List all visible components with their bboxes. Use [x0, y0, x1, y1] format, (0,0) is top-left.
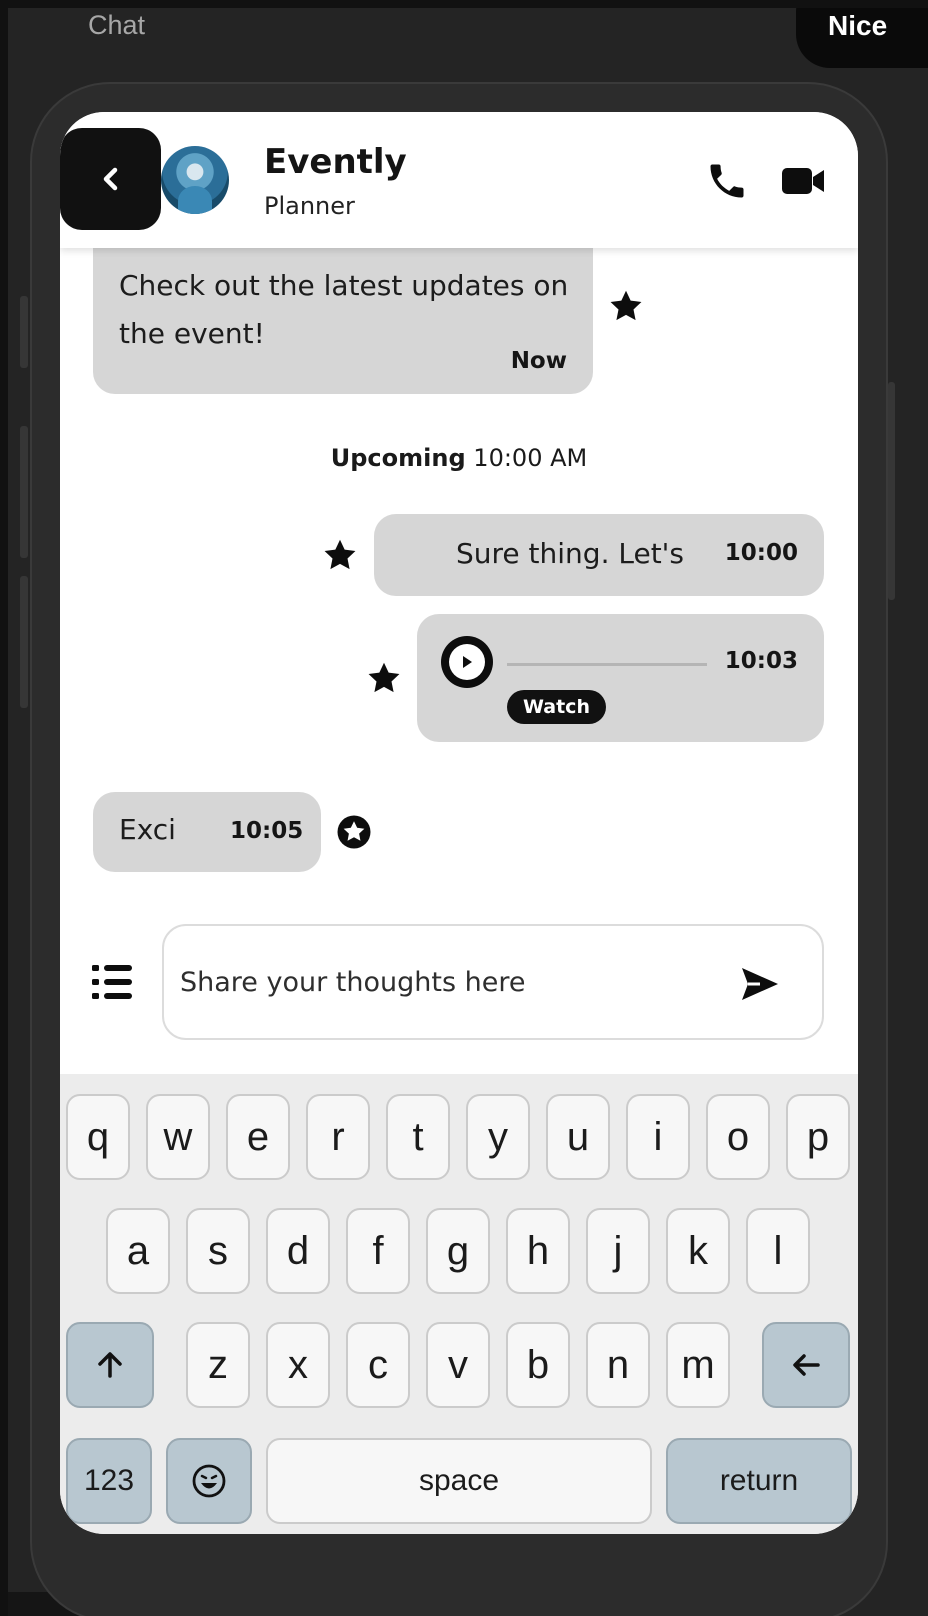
watch-badge[interactable]: Watch	[507, 690, 606, 724]
play-button[interactable]	[441, 636, 493, 688]
key-i[interactable]: i	[626, 1094, 690, 1180]
date-separator: Upcoming 10:00 AM	[60, 444, 858, 472]
separator-time: 10:00 AM	[473, 444, 588, 472]
chat-subtitle: Planner	[264, 192, 355, 220]
message-time: 10:05	[230, 818, 304, 844]
key-h[interactable]: h	[506, 1208, 570, 1294]
on-screen-keyboard: q w e r t y u i o p a s d f g h j k l z …	[60, 1074, 858, 1534]
send-icon	[742, 968, 778, 1000]
key-j[interactable]: j	[586, 1208, 650, 1294]
numbers-key[interactable]: 123	[66, 1438, 152, 1524]
key-n[interactable]: n	[586, 1322, 650, 1408]
key-u[interactable]: u	[546, 1094, 610, 1180]
key-x[interactable]: x	[266, 1322, 330, 1408]
shift-key[interactable]	[66, 1322, 154, 1408]
key-c[interactable]: c	[346, 1322, 410, 1408]
backspace-key[interactable]	[762, 1322, 850, 1408]
message-time: 10:00	[724, 540, 798, 566]
video-icon	[782, 168, 824, 194]
send-button[interactable]	[738, 962, 782, 1006]
key-e[interactable]: e	[226, 1094, 290, 1180]
phone-screen: Evently Planner Check out the latest upd…	[60, 112, 858, 1534]
message-bubble[interactable]: Sure thing. Let's 10:00	[374, 514, 824, 596]
key-m[interactable]: m	[666, 1322, 730, 1408]
key-v[interactable]: v	[426, 1322, 490, 1408]
chat-title: Evently	[264, 142, 407, 182]
chat-tab-label[interactable]: Chat	[88, 10, 145, 41]
call-button[interactable]	[700, 154, 754, 208]
message-text: Sure thing. Let's	[456, 537, 684, 570]
message-time: 10:03	[724, 648, 798, 674]
key-w[interactable]: w	[146, 1094, 210, 1180]
star-icon[interactable]	[608, 288, 644, 324]
video-call-button[interactable]	[776, 154, 830, 208]
key-z[interactable]: z	[186, 1322, 250, 1408]
avatar[interactable]	[161, 146, 229, 214]
play-icon	[449, 644, 485, 680]
key-b[interactable]: b	[506, 1322, 570, 1408]
top-pill[interactable]: Nice	[796, 8, 928, 68]
star-outline-icon[interactable]	[336, 814, 372, 850]
backspace-icon	[793, 1354, 820, 1376]
chat-header: Evently Planner	[60, 112, 858, 248]
key-t[interactable]: t	[386, 1094, 450, 1180]
key-l[interactable]: l	[746, 1208, 810, 1294]
separator-label: Upcoming	[330, 444, 466, 472]
phone-side-button	[888, 382, 895, 600]
space-key[interactable]: space	[266, 1438, 652, 1524]
key-p[interactable]: p	[786, 1094, 850, 1180]
menu-button[interactable]	[88, 958, 136, 1006]
key-y[interactable]: y	[466, 1094, 530, 1180]
key-a[interactable]: a	[106, 1208, 170, 1294]
star-icon[interactable]	[322, 537, 358, 573]
phone-side-button	[20, 576, 28, 708]
audio-progress-track[interactable]	[507, 663, 707, 666]
emoji-icon	[192, 1464, 226, 1498]
audio-message-bubble[interactable]: Watch 10:03	[417, 614, 824, 742]
return-key[interactable]: return	[666, 1438, 852, 1524]
message-bubble[interactable]: Exci 10:05	[93, 792, 321, 872]
phone-icon	[710, 164, 744, 198]
phone-side-button	[20, 426, 28, 558]
top-pill-label: Nice	[828, 10, 888, 41]
message-input[interactable]	[180, 954, 700, 1010]
message-time: Now	[510, 348, 567, 374]
message-text: Exci	[119, 813, 176, 846]
key-d[interactable]: d	[266, 1208, 330, 1294]
key-o[interactable]: o	[706, 1094, 770, 1180]
back-button[interactable]	[60, 128, 161, 230]
star-icon[interactable]	[366, 660, 402, 696]
list-icon	[92, 965, 132, 999]
key-r[interactable]: r	[306, 1094, 370, 1180]
message-text: Check out the latest updates on the even…	[119, 269, 569, 350]
shift-icon	[98, 1352, 122, 1378]
key-g[interactable]: g	[426, 1208, 490, 1294]
key-q[interactable]: q	[66, 1094, 130, 1180]
key-f[interactable]: f	[346, 1208, 410, 1294]
message-composer	[162, 924, 824, 1040]
phone-side-button	[20, 296, 28, 368]
back-icon	[103, 167, 117, 191]
emoji-key[interactable]	[166, 1438, 252, 1524]
key-s[interactable]: s	[186, 1208, 250, 1294]
message-bubble[interactable]: Check out the latest updates on the even…	[93, 240, 593, 394]
key-k[interactable]: k	[666, 1208, 730, 1294]
